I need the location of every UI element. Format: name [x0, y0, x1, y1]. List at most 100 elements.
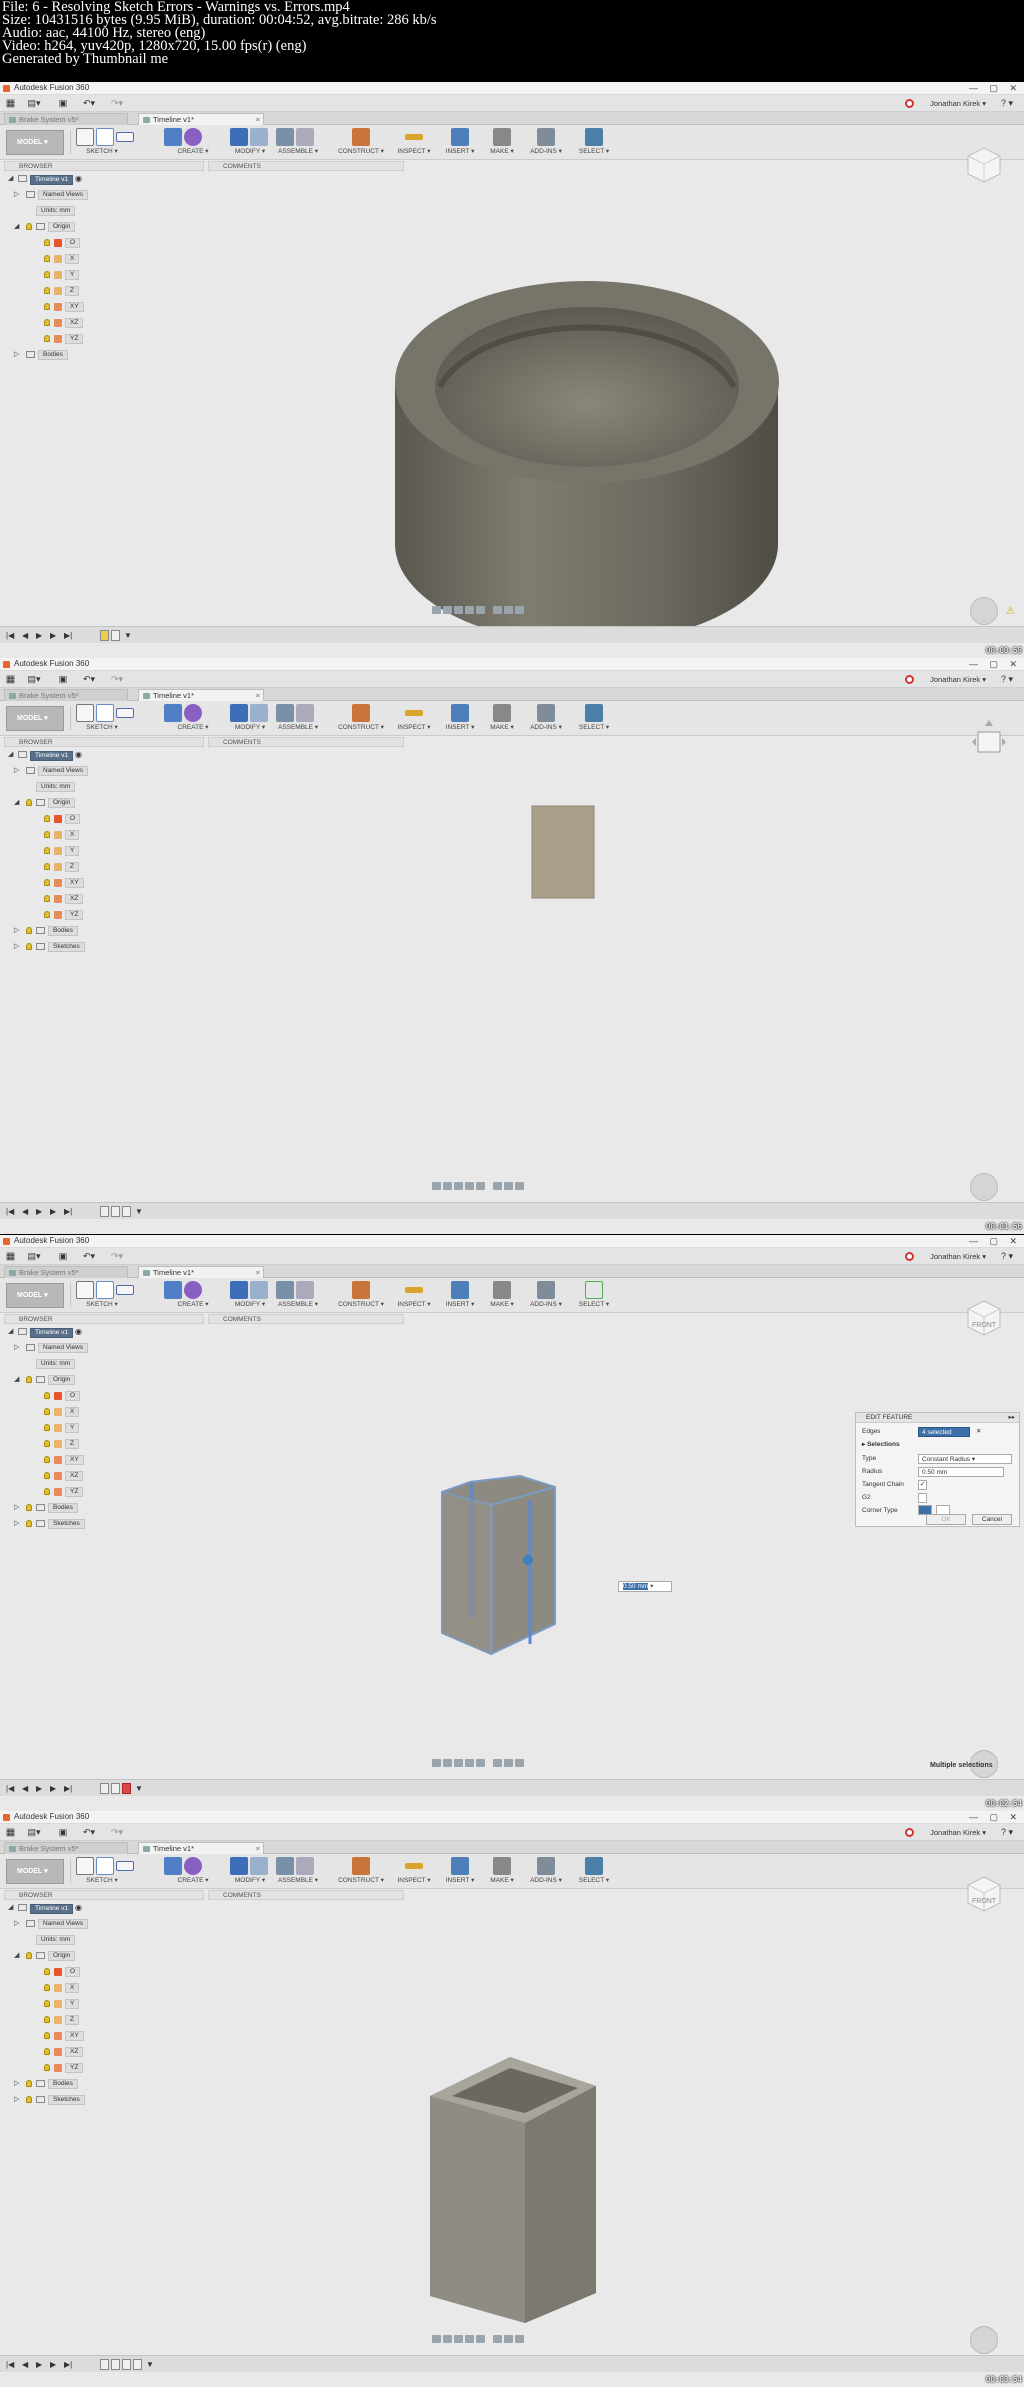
- modify-group[interactable]: MODIFY ▾: [230, 1280, 270, 1311]
- sketch-group[interactable]: SKETCH ▾: [76, 1280, 148, 1311]
- tab-timeline[interactable]: Timeline v1* ×: [138, 689, 264, 701]
- save-icon[interactable]: ▣: [56, 1251, 70, 1262]
- tab-brake-system[interactable]: Brake System v5*: [4, 113, 128, 125]
- pan-icon[interactable]: [454, 2334, 463, 2343]
- select-group[interactable]: SELECT ▾: [574, 703, 614, 734]
- create-group[interactable]: CREATE ▾: [164, 1280, 222, 1311]
- help-menu[interactable]: ? ▾: [996, 1827, 1018, 1838]
- assemble-group[interactable]: ASSEMBLE ▾: [276, 1280, 320, 1311]
- expand-dialog-icon[interactable]: ▸▸: [1008, 1413, 1015, 1423]
- tab-brake-system[interactable]: Brake System v5*: [4, 1842, 128, 1854]
- close-button[interactable]: ✕: [1009, 1811, 1017, 1823]
- viewports-icon[interactable]: [515, 1758, 524, 1767]
- model-canvas[interactable]: [0, 171, 1024, 658]
- timeline-feature[interactable]: [111, 1783, 120, 1794]
- help-menu[interactable]: ? ▾: [996, 98, 1018, 109]
- ok-button[interactable]: OK: [926, 1514, 966, 1525]
- save-icon[interactable]: ▣: [56, 1827, 70, 1838]
- file-menu-icon[interactable]: ▤▾: [24, 1827, 44, 1838]
- grid-settings-icon[interactable]: [504, 1758, 513, 1767]
- insert-group[interactable]: INSERT ▾: [442, 1856, 478, 1887]
- insert-group[interactable]: INSERT ▾: [442, 1280, 478, 1311]
- maximize-button[interactable]: ▢: [989, 658, 998, 670]
- help-menu[interactable]: ? ▾: [996, 674, 1018, 685]
- viewcube[interactable]: FRONT: [964, 1297, 1004, 1341]
- zoom-icon[interactable]: [465, 1181, 474, 1190]
- construct-group[interactable]: CONSTRUCT ▾: [336, 1280, 386, 1311]
- file-menu-icon[interactable]: ▤▾: [24, 98, 44, 109]
- close-button[interactable]: ✕: [1009, 1235, 1017, 1247]
- step-forward-icon[interactable]: ▶: [50, 2360, 56, 2369]
- play-icon[interactable]: ▶: [36, 631, 42, 640]
- browser-header[interactable]: BROWSER: [4, 1314, 204, 1324]
- redo-icon[interactable]: ↷▾: [106, 1827, 128, 1838]
- timeline-feature[interactable]: [122, 1783, 131, 1794]
- edges-selection[interactable]: 4 selected: [918, 1427, 970, 1437]
- inspect-group[interactable]: INSPECT ▾: [396, 703, 432, 734]
- addins-group[interactable]: ADD-INS ▾: [526, 1280, 566, 1311]
- inspect-group[interactable]: INSPECT ▾: [396, 1280, 432, 1311]
- type-select[interactable]: Constant Radius ▾: [918, 1454, 1012, 1464]
- app-grid-icon[interactable]: ▦: [5, 1827, 16, 1838]
- modify-group[interactable]: MODIFY ▾: [230, 1856, 270, 1887]
- look-at-icon[interactable]: [443, 2334, 452, 2343]
- cancel-button[interactable]: Cancel: [972, 1514, 1012, 1525]
- viewports-icon[interactable]: [515, 2334, 524, 2343]
- pan-icon[interactable]: [454, 1181, 463, 1190]
- app-grid-icon[interactable]: ▦: [5, 1251, 16, 1262]
- undo-icon[interactable]: ↶▾: [78, 674, 100, 685]
- construct-group[interactable]: CONSTRUCT ▾: [336, 127, 386, 158]
- display-settings-icon[interactable]: [493, 2334, 502, 2343]
- tab-brake-system[interactable]: Brake System v5*: [4, 689, 128, 701]
- user-menu[interactable]: Jonathan Kirek ▾: [930, 98, 986, 109]
- viewcube[interactable]: [964, 144, 1004, 188]
- select-group[interactable]: SELECT ▾: [574, 1856, 614, 1887]
- step-back-icon[interactable]: ◀: [22, 1784, 28, 1793]
- end-icon[interactable]: ▶|: [64, 631, 72, 640]
- select-group[interactable]: SELECT ▾: [574, 1280, 614, 1311]
- comments-header[interactable]: COMMENTS: [208, 1890, 404, 1900]
- timeline-feature[interactable]: [133, 2359, 142, 2370]
- marking-menu-button[interactable]: [970, 1173, 998, 1201]
- browser-header[interactable]: BROWSER: [4, 1890, 204, 1900]
- pan-icon[interactable]: [454, 605, 463, 614]
- create-group[interactable]: CREATE ▾: [164, 703, 222, 734]
- viewcube-widget[interactable]: FRONT: [964, 1297, 1001, 1336]
- viewports-icon[interactable]: [515, 1181, 524, 1190]
- addins-group[interactable]: ADD-INS ▾: [526, 127, 566, 158]
- viewports-icon[interactable]: [515, 605, 524, 614]
- pan-icon[interactable]: [454, 1758, 463, 1767]
- minimize-button[interactable]: —: [969, 658, 978, 670]
- construct-group[interactable]: CONSTRUCT ▾: [336, 1856, 386, 1887]
- undo-icon[interactable]: ↶▾: [78, 1251, 100, 1262]
- rewind-icon[interactable]: |◀: [6, 1207, 14, 1216]
- step-forward-icon[interactable]: ▶: [50, 1784, 56, 1793]
- viewcube[interactable]: FRONT: [964, 1873, 1004, 1917]
- end-icon[interactable]: ▶|: [64, 2360, 72, 2369]
- fit-icon[interactable]: [476, 1758, 485, 1767]
- save-icon[interactable]: ▣: [56, 674, 70, 685]
- modify-group[interactable]: MODIFY ▾: [230, 127, 270, 158]
- maximize-button[interactable]: ▢: [989, 1811, 998, 1823]
- g2-checkbox[interactable]: [918, 1493, 927, 1503]
- timeline-feature[interactable]: [100, 630, 109, 641]
- grid-settings-icon[interactable]: [504, 605, 513, 614]
- comments-header[interactable]: COMMENTS: [208, 1314, 404, 1324]
- redo-icon[interactable]: ↷▾: [106, 1251, 128, 1262]
- user-menu[interactable]: Jonathan Kirek ▾: [930, 1251, 986, 1262]
- make-group[interactable]: MAKE ▾: [486, 1856, 518, 1887]
- undo-icon[interactable]: ↶▾: [78, 1827, 100, 1838]
- viewcube-widget[interactable]: [964, 144, 1001, 183]
- radius-manipulator-input[interactable]: 0.50 mm ▾: [618, 1581, 672, 1592]
- assemble-group[interactable]: ASSEMBLE ▾: [276, 127, 320, 158]
- step-back-icon[interactable]: ◀: [22, 1207, 28, 1216]
- workspace-switcher[interactable]: MODEL ▾: [6, 130, 64, 155]
- grid-settings-icon[interactable]: [504, 2334, 513, 2343]
- rewind-icon[interactable]: |◀: [6, 1784, 14, 1793]
- minimize-button[interactable]: —: [969, 1235, 978, 1247]
- maximize-button[interactable]: ▢: [989, 82, 998, 94]
- tab-timeline[interactable]: Timeline v1* ×: [138, 1842, 264, 1854]
- workspace-switcher[interactable]: MODEL ▾: [6, 706, 64, 731]
- browser-header[interactable]: BROWSER: [4, 737, 204, 747]
- timeline-marker-icon[interactable]: ▼: [146, 2360, 154, 2369]
